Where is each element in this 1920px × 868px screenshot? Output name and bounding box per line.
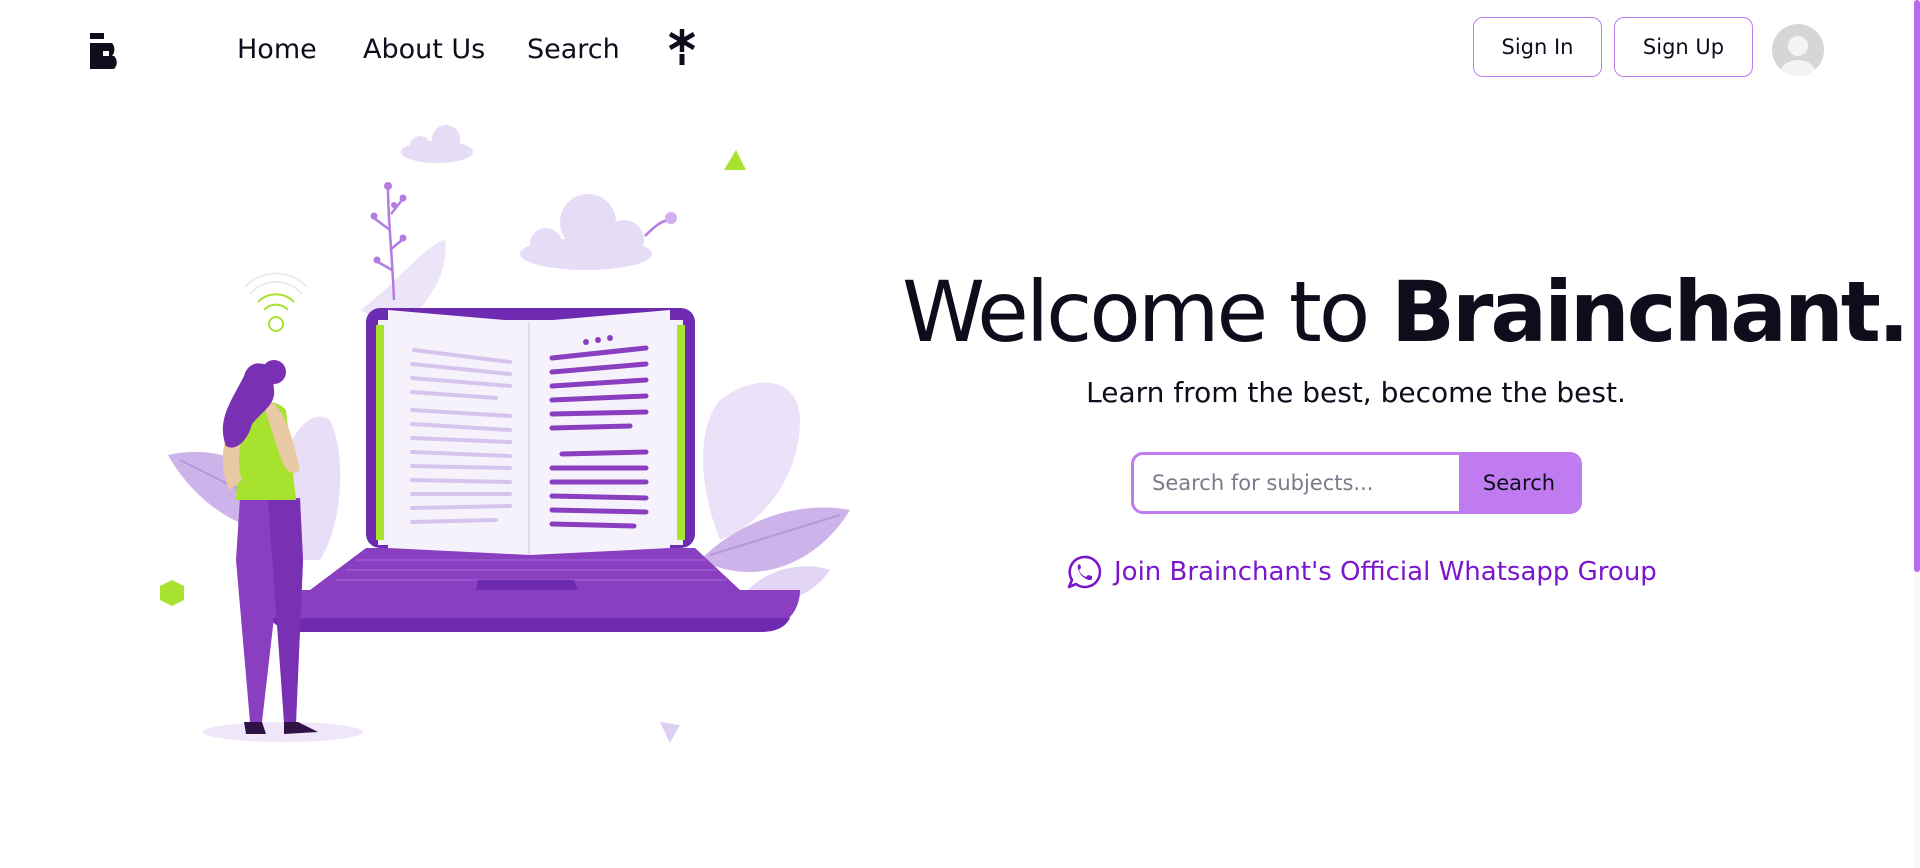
whatsapp-link-label: Join Brainchant's Official Whatsapp Grou… [1114, 557, 1657, 587]
sign-in-button[interactable]: Sign In [1473, 17, 1602, 77]
asterisk-icon[interactable] [666, 28, 698, 66]
page-scrollbar[interactable] [1914, 0, 1920, 868]
triangle-shape [724, 150, 746, 170]
subject-search-box: Search [1131, 452, 1582, 514]
whatsapp-icon [1067, 555, 1102, 589]
hero-title-prefix: Welcome to [902, 263, 1391, 361]
book-right-page [530, 310, 670, 555]
whatsapp-group-link[interactable]: Join Brainchant's Official Whatsapp Grou… [1066, 552, 1657, 592]
nav-home-link[interactable]: Home [237, 30, 317, 70]
hexagon-shape [160, 580, 184, 606]
sign-up-button[interactable]: Sign Up [1614, 17, 1753, 77]
subject-search-button[interactable]: Search [1459, 455, 1579, 511]
book-left-page [388, 310, 530, 555]
brainchant-logo-icon[interactable] [88, 29, 126, 71]
hero-title: Welcome to Brainchant. [902, 262, 1910, 362]
hero-subtitle: Learn from the best, become the best. [1086, 376, 1626, 409]
shadow [203, 722, 363, 742]
nav-search-link[interactable]: Search [527, 30, 620, 70]
subject-search-input[interactable] [1134, 455, 1460, 511]
hero-title-brand: Brainchant. [1390, 263, 1910, 361]
scrollbar-thumb[interactable] [1914, 0, 1920, 572]
cloud-small [401, 125, 473, 163]
nav-about-link[interactable]: About Us [363, 30, 485, 70]
cloud-large [520, 194, 652, 270]
hero-illustration [160, 125, 850, 743]
wifi-icon [244, 272, 308, 332]
user-avatar-icon[interactable] [1772, 24, 1824, 76]
